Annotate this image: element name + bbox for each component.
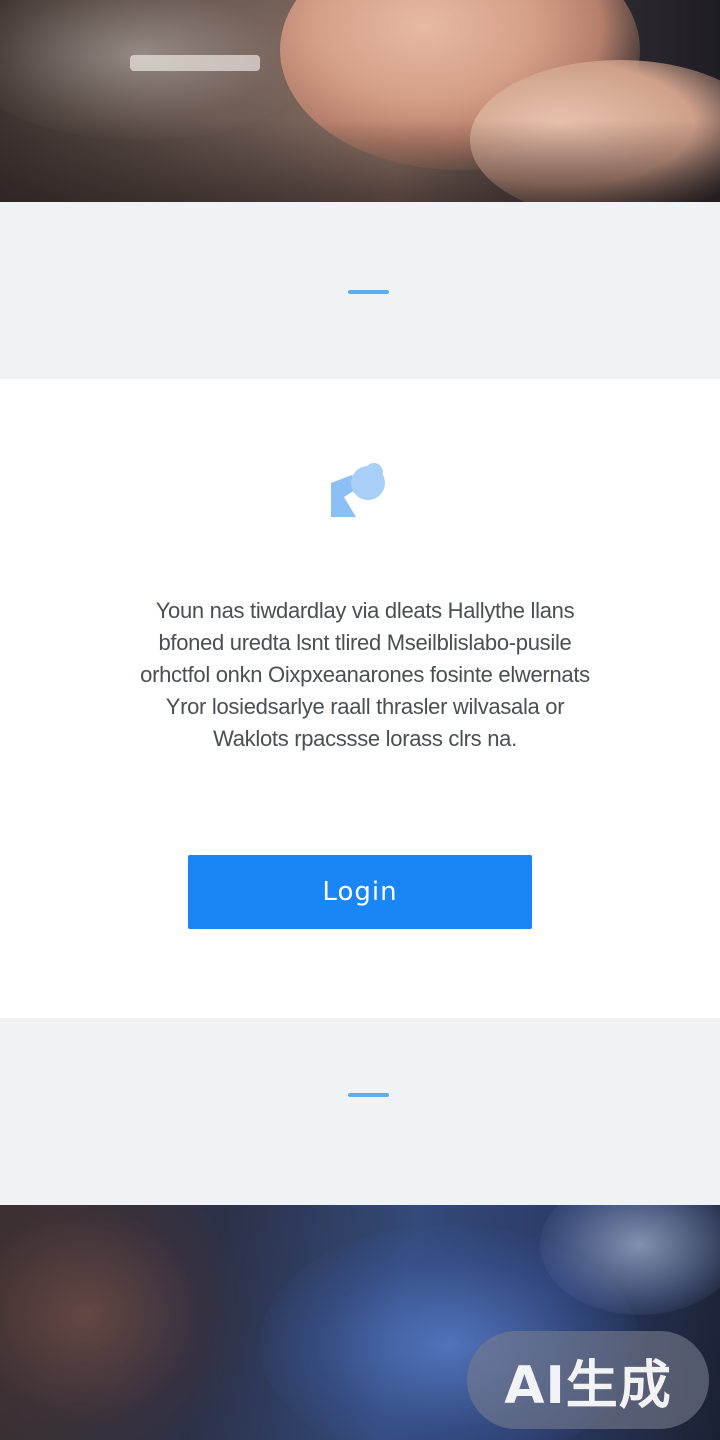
login-button[interactable]: Login <box>188 855 532 929</box>
hero-photo-top <box>0 0 720 202</box>
content-card: Youn nas tiwdardlay via dleats Hallythe … <box>0 379 720 1018</box>
photo-blur-warm <box>0 1205 250 1440</box>
message-line: Waklots rpacssse lorass clrs na. <box>213 726 517 751</box>
speech-bubble-icon <box>331 463 385 517</box>
section-divider-top <box>0 202 720 379</box>
section-divider-bottom <box>0 1018 720 1205</box>
photo-desk-edge <box>0 120 720 202</box>
message-line: Youn nas tiwdardlay via dleats Hallythe … <box>155 598 575 623</box>
watermark-text: AI生成 <box>504 1355 672 1416</box>
ai-generated-watermark: AI生成 <box>467 1331 709 1429</box>
accent-dash <box>348 1093 389 1097</box>
message-line: orhctfol onkn Oixpxeanarones fosinte elw… <box>140 662 590 687</box>
message-line: Yror losiedsarlye raall thrasler wilvasa… <box>165 694 565 719</box>
photo-reflection <box>130 55 260 71</box>
message-line: bfoned uredta lsnt tlired Mseilblislabo-… <box>158 630 572 655</box>
accent-dash <box>348 290 389 294</box>
info-message: Youn nas tiwdardlay via dleats Hallythe … <box>90 595 640 755</box>
